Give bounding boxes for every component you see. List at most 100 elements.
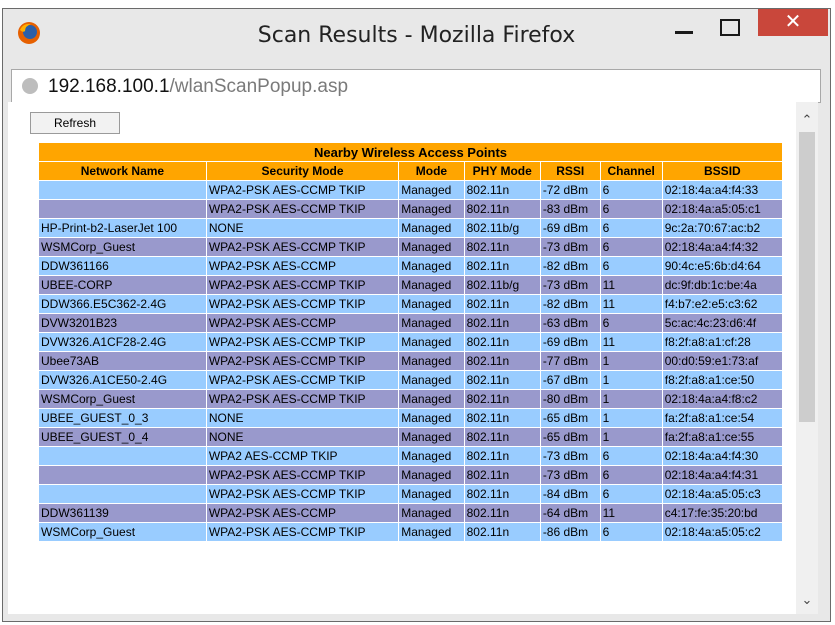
minimize-icon[interactable] — [675, 31, 693, 34]
table-cell: WSMCorp_Guest — [39, 390, 206, 408]
vertical-scrollbar[interactable]: ⌃ ⌄ — [796, 102, 818, 614]
table-cell: 802.11n — [464, 352, 540, 370]
table-cell: 11 — [600, 333, 662, 351]
table-cell: 02:18:4a:a4:f8:c2 — [662, 390, 782, 408]
table-cell: WPA2-PSK AES-CCMP TKIP — [206, 352, 399, 370]
table-row: DVW3201B23 WPA2-PSK AES-CCMP Managed 802.11… — [39, 314, 782, 332]
table-row: UBEE_GUEST_0_3 NONE Managed 802.11n -65 dBm 1… — [39, 409, 782, 427]
maximize-icon[interactable] — [720, 19, 740, 36]
table-row: UBEE_GUEST_0_4 NONE Managed 802.11n -65 dBm 1… — [39, 428, 782, 446]
table-cell: Managed — [399, 257, 464, 275]
table-cell: Managed — [399, 314, 464, 332]
table-cell: 1 — [600, 371, 662, 389]
table-cell: 802.11n — [464, 371, 540, 389]
table-cell: 6 — [600, 238, 662, 256]
column-header: Channel — [600, 162, 662, 180]
table-row: Ubee73AB WPA2-PSK AES-CCMP TKIP Managed 802… — [39, 352, 782, 370]
table-cell: WPA2-PSK AES-CCMP TKIP — [206, 181, 399, 199]
table-cell: 6 — [600, 181, 662, 199]
table-cell: -64 dBm — [540, 504, 600, 522]
table-cell: Managed — [399, 200, 464, 218]
table-cell: 00:d0:59:e1:73:af — [662, 352, 782, 370]
table-cell: -72 dBm — [540, 181, 600, 199]
table-cell: Managed — [399, 371, 464, 389]
table-row: UBEE-CORP WPA2-PSK AES-CCMP TKIP Managed 80… — [39, 276, 782, 294]
table-cell: WSMCorp_Guest — [39, 238, 206, 256]
title-bar: Scan Results - Mozilla Firefox ✕ — [3, 9, 830, 66]
table-cell: Managed — [399, 428, 464, 446]
table-cell: 9c:2a:70:67:ac:b2 — [662, 219, 782, 237]
table-row: HP-Print-b2-LaserJet 100 NONE Managed 802.1… — [39, 219, 782, 237]
table-cell: 02:18:4a:a5:05:c3 — [662, 485, 782, 503]
column-header: BSSID — [662, 162, 782, 180]
table-cell: WPA2-PSK AES-CCMP — [206, 504, 399, 522]
table-cell: Managed — [399, 333, 464, 351]
table-cell: -73 dBm — [540, 276, 600, 294]
table-cell: DDW361166 — [39, 257, 206, 275]
table-cell: f4:b7:e2:e5:c3:62 — [662, 295, 782, 313]
table-cell: WSMCorp_Guest — [39, 523, 206, 541]
table-cell: 802.11n — [464, 504, 540, 522]
table-cell: WPA2-PSK AES-CCMP TKIP — [206, 466, 399, 484]
table-cell: 802.11n — [464, 333, 540, 351]
table-cell: 02:18:4a:a4:f4:30 — [662, 447, 782, 465]
table-row: WPA2-PSK AES-CCMP TKIP Managed 802.11n -73 … — [39, 466, 782, 484]
chevron-up-icon[interactable]: ⌃ — [796, 112, 818, 128]
table-cell: UBEE-CORP — [39, 276, 206, 294]
url-text[interactable]: 192.168.100.1/wlanScanPopup.asp — [48, 76, 348, 98]
table-cell: 802.11n — [464, 390, 540, 408]
table-cell: 802.11n — [464, 428, 540, 446]
table-cell: WPA2-PSK AES-CCMP TKIP — [206, 295, 399, 313]
table-cell: Managed — [399, 409, 464, 427]
table-cell: -65 dBm — [540, 409, 600, 427]
scroll-thumb[interactable] — [799, 132, 815, 422]
table-cell: WPA2-PSK AES-CCMP — [206, 257, 399, 275]
table-cell: NONE — [206, 409, 399, 427]
table-cell: WPA2-PSK AES-CCMP TKIP — [206, 200, 399, 218]
table-cell: -77 dBm — [540, 352, 600, 370]
table-cell: 802.11n — [464, 295, 540, 313]
table-cell: c4:17:fe:35:20:bd — [662, 504, 782, 522]
scan-results-table: Nearby Wireless Access Points Network Na… — [38, 142, 783, 542]
table-row: WPA2-PSK AES-CCMP TKIP Managed 802.11n -72 … — [39, 181, 782, 199]
refresh-button[interactable]: Refresh — [30, 112, 120, 134]
table-cell: dc:9f:db:1c:be:4a — [662, 276, 782, 294]
table-cell: Managed — [399, 295, 464, 313]
table-cell: 802.11b/g — [464, 219, 540, 237]
column-header: Network Name — [39, 162, 206, 180]
table-cell: 1 — [600, 409, 662, 427]
column-header: Security Mode — [206, 162, 399, 180]
table-cell: 90:4c:e5:6b:d4:64 — [662, 257, 782, 275]
table-cell: Managed — [399, 485, 464, 503]
chevron-down-icon[interactable]: ⌄ — [796, 592, 818, 608]
table-cell: f8:2f:a8:a1:ce:50 — [662, 371, 782, 389]
table-cell: WPA2 AES-CCMP TKIP — [206, 447, 399, 465]
close-icon[interactable]: ✕ — [758, 9, 828, 36]
table-cell: DVW326.A1CF28-2.4G — [39, 333, 206, 351]
table-cell: 802.11n — [464, 466, 540, 484]
table-cell: 6 — [600, 257, 662, 275]
table-cell: -69 dBm — [540, 219, 600, 237]
column-header: Mode — [399, 162, 464, 180]
table-cell: UBEE_GUEST_0_4 — [39, 428, 206, 446]
table-cell: -84 dBm — [540, 485, 600, 503]
table-cell: 6 — [600, 314, 662, 332]
table-cell: 11 — [600, 504, 662, 522]
table-cell: -83 dBm — [540, 200, 600, 218]
table-cell: -65 dBm — [540, 428, 600, 446]
table-row: WPA2-PSK AES-CCMP TKIP Managed 802.11n -83 … — [39, 200, 782, 218]
table-cell: 802.11n — [464, 447, 540, 465]
table-cell: Managed — [399, 238, 464, 256]
table-cell: 02:18:4a:a4:f4:31 — [662, 466, 782, 484]
address-bar[interactable]: 192.168.100.1/wlanScanPopup.asp — [11, 69, 821, 103]
table-cell — [39, 485, 206, 503]
table-cell: -73 dBm — [540, 238, 600, 256]
table-row: WSMCorp_Guest WPA2-PSK AES-CCMP TKIP Manag… — [39, 390, 782, 408]
table-cell: WPA2-PSK AES-CCMP TKIP — [206, 333, 399, 351]
globe-icon — [22, 78, 38, 94]
table-cell: 11 — [600, 276, 662, 294]
table-cell: NONE — [206, 219, 399, 237]
table-cell: DDW361139 — [39, 504, 206, 522]
table-cell: 5c:ac:4c:23:d6:4f — [662, 314, 782, 332]
table-cell: 6 — [600, 485, 662, 503]
